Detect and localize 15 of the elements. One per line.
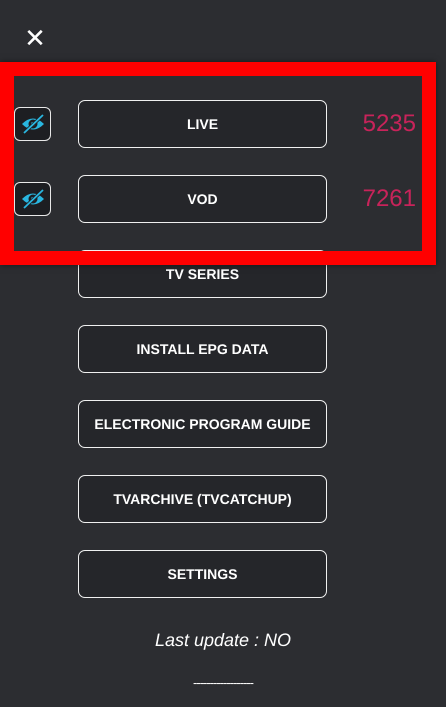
visibility-toggle[interactable]	[14, 107, 51, 141]
item-count: 7261	[362, 185, 416, 212]
menu-button[interactable]: VOD	[78, 175, 327, 223]
menu-button[interactable]: INSTALL EPG DATA	[78, 325, 327, 373]
hidden-eye-icon	[20, 113, 46, 135]
hidden-eye-icon	[20, 188, 46, 210]
footer-dashes: ------------------	[193, 675, 253, 690]
menu-button[interactable]: LIVE	[78, 100, 327, 148]
close-button[interactable]: ✕	[20, 24, 50, 54]
menu-button[interactable]: ELECTRONIC PROGRAM GUIDE	[78, 400, 327, 448]
last-update-text: Last update : NO	[154, 630, 292, 651]
menu-button[interactable]: SETTINGS	[78, 550, 327, 598]
visibility-toggle[interactable]	[14, 182, 51, 216]
item-count: 5235	[362, 110, 416, 137]
menu-button[interactable]: TVARCHIVE (TVCATCHUP)	[78, 475, 327, 523]
